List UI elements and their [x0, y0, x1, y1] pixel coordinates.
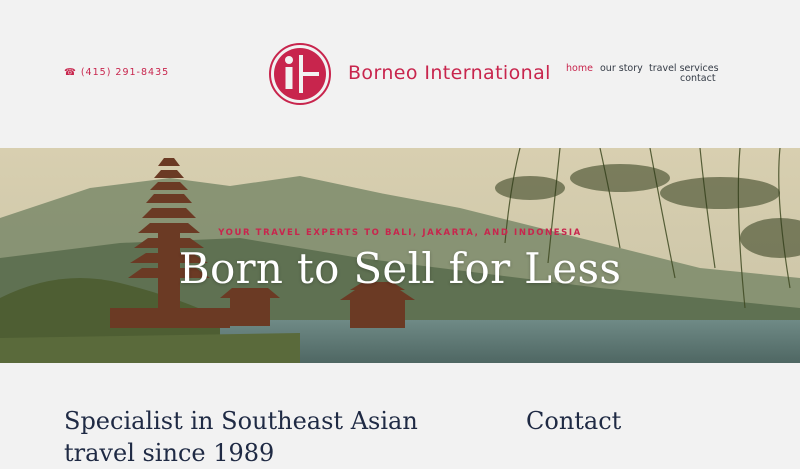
- bi-circle-logo-icon[interactable]: [268, 42, 332, 106]
- hero-tagline: YOUR TRAVEL EXPERTS TO BALI, JAKARTA, AN…: [218, 228, 582, 238]
- contact-heading: Contact: [526, 407, 622, 435]
- nav-home[interactable]: home: [566, 63, 593, 74]
- phone-number[interactable]: ☎ (415) 291-8435: [64, 67, 169, 78]
- main-nav: home our story travel services contact: [566, 63, 736, 87]
- site-header: ☎ (415) 291-8435 Borneo International ho…: [0, 0, 800, 148]
- nav-our-story[interactable]: our story: [600, 63, 643, 74]
- nav-contact[interactable]: contact: [680, 73, 716, 84]
- hero-headline: Born to Sell for Less: [178, 244, 622, 293]
- brand-name[interactable]: Borneo International: [348, 62, 551, 84]
- intro-heading: Specialist in Southeast Asian travel sin…: [64, 407, 418, 467]
